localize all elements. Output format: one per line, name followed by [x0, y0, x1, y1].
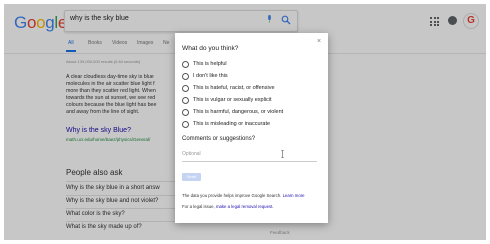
send-button[interactable]: Send — [182, 173, 201, 181]
legal-prefix: For a legal issue, — [182, 204, 215, 209]
radio-icon[interactable] — [182, 85, 189, 92]
browser-page: Google why is the sky blue G All Books V… — [4, 4, 486, 240]
info-message: The data you provide helps improve Googl… — [182, 193, 282, 198]
option-label: I don't like this — [193, 72, 228, 79]
legal-removal-link[interactable]: make a legal removal request. — [216, 204, 274, 209]
radio-icon[interactable] — [182, 61, 189, 68]
text-cursor-icon — [281, 150, 284, 158]
comments-label: Comments or suggestions? — [182, 136, 256, 142]
radio-icon[interactable] — [182, 97, 189, 104]
comments-placeholder: Optional — [182, 151, 201, 157]
option-label: This is hateful, racist, or offensive — [193, 84, 275, 91]
option-label: This is vulgar or sexually explicit — [193, 96, 272, 103]
comments-field[interactable]: Optional — [182, 149, 317, 162]
radio-icon[interactable] — [182, 73, 189, 80]
legal-text: For a legal issue, make a legal removal … — [182, 204, 274, 209]
option-label: This is helpful — [193, 60, 227, 67]
learn-more-link[interactable]: Learn more — [283, 193, 305, 198]
dialog-title: What do you think? — [182, 45, 239, 52]
option-label: This is harmful, dangerous, or violent — [193, 108, 284, 115]
radio-icon[interactable] — [182, 121, 189, 128]
info-text: The data you provide helps improve Googl… — [182, 193, 305, 198]
option-label: This is misleading or inaccurate — [193, 120, 271, 127]
feedback-dialog: What do you think? × This is helpful I d… — [175, 33, 328, 223]
radio-icon[interactable] — [182, 109, 189, 116]
close-icon[interactable]: × — [317, 38, 321, 45]
